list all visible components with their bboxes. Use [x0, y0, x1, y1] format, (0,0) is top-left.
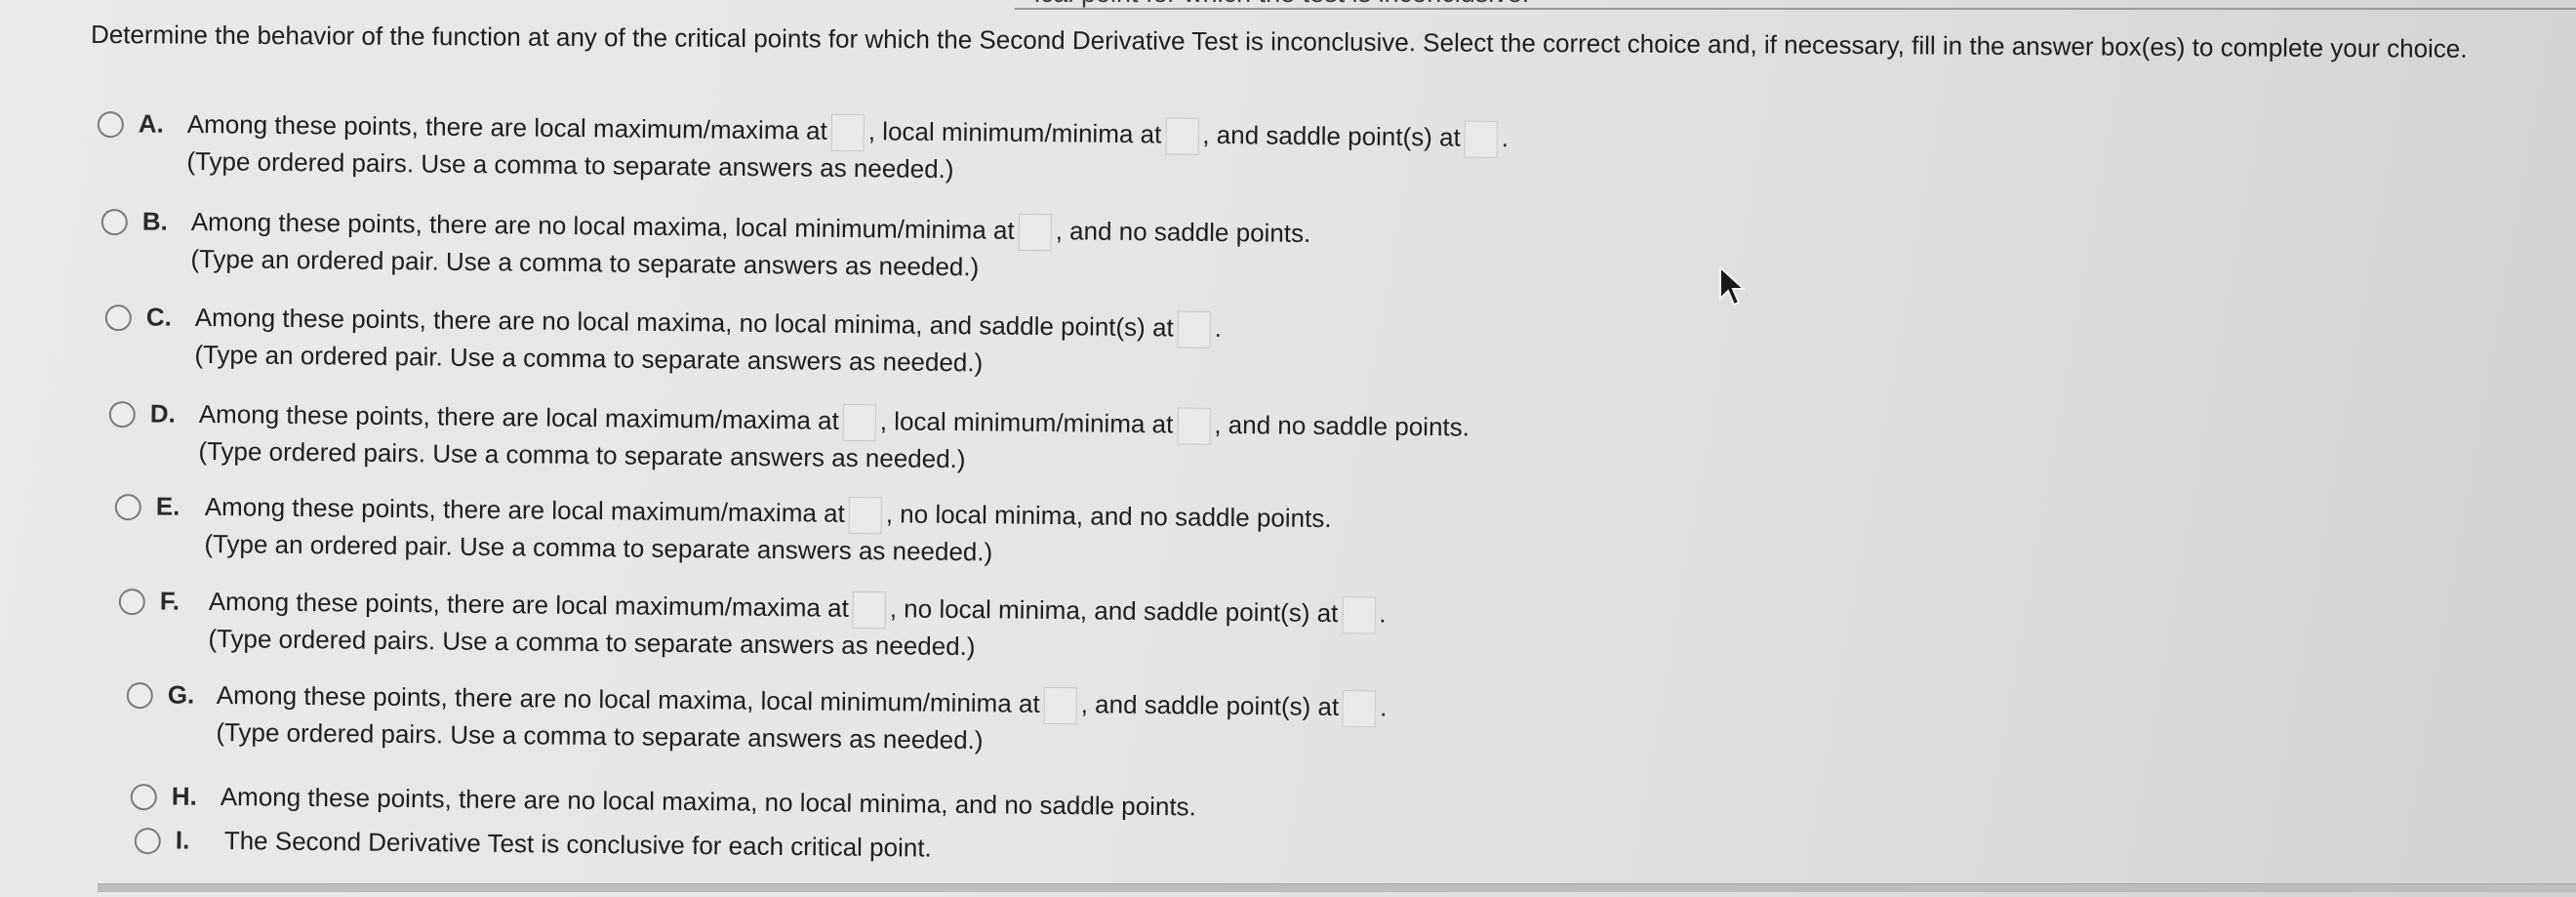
- choice-letter: A.: [138, 108, 164, 139]
- statement-segment: Among these points, there are local maxi…: [198, 398, 839, 435]
- answer-box[interactable]: [852, 591, 887, 630]
- choice-statement: Among these points, there are no local m…: [221, 779, 1196, 826]
- choice-letter: E.: [155, 491, 181, 521]
- answer-box[interactable]: [848, 497, 883, 535]
- statement-segment: .: [1379, 598, 1387, 629]
- radio-button[interactable]: [108, 400, 136, 428]
- statement-segment: Among these points, there are no local m…: [220, 781, 1197, 822]
- radio-button[interactable]: [114, 493, 141, 521]
- mouse-pointer-icon: [1719, 265, 1747, 306]
- choice-letter: B.: [141, 206, 168, 236]
- radio-button[interactable]: [101, 208, 128, 236]
- choice-text: Among these points, there are local maxi…: [208, 584, 1387, 671]
- statement-segment: Among these points, there are local maxi…: [186, 108, 827, 145]
- choice-text: Among these points, there are no local m…: [221, 779, 1196, 826]
- statement-segment: Among these points, there are no local m…: [190, 206, 1015, 245]
- answer-box[interactable]: [1464, 120, 1498, 159]
- choice-letter: D.: [149, 398, 176, 428]
- choice-text: Among these points, there are local maxi…: [204, 489, 1332, 575]
- answer-box[interactable]: [830, 114, 865, 152]
- statement-segment: , local minimum/minima at: [879, 406, 1174, 439]
- page-background: ical point for which the test is inconcl…: [0, 0, 2576, 897]
- choice-letter: F.: [159, 586, 181, 616]
- statement-segment: .: [1501, 123, 1509, 153]
- answer-box[interactable]: [1177, 310, 1211, 348]
- radio-button[interactable]: [134, 827, 161, 855]
- statement-segment: Among these points, there are local maxi…: [204, 491, 845, 528]
- choice-text: Among these points, there are local maxi…: [186, 106, 1509, 194]
- statement-segment: .: [1214, 312, 1223, 343]
- statement-segment: , no local minima, and no saddle points.: [885, 499, 1332, 534]
- answer-box[interactable]: [1018, 213, 1052, 252]
- statement-segment: , and no saddle points.: [1214, 409, 1470, 442]
- radio-button[interactable]: [118, 588, 145, 616]
- statement-segment: , no local minima, and saddle point(s) a…: [889, 593, 1339, 629]
- choice-letter: G.: [167, 679, 195, 710]
- statement-segment: Among these points, there are no local m…: [194, 302, 1174, 343]
- choice-statement: The Second Derivative Test is conclusive…: [224, 823, 932, 868]
- choice-letter: H.: [171, 781, 197, 811]
- radio-button[interactable]: [97, 110, 124, 139]
- radio-button[interactable]: [104, 304, 132, 332]
- choice-text: The Second Derivative Test is conclusive…: [224, 823, 932, 868]
- statement-segment: , and saddle point(s) at: [1080, 689, 1340, 722]
- answer-box[interactable]: [842, 404, 877, 442]
- statement-segment: The Second Derivative Test is conclusive…: [223, 825, 932, 863]
- answer-box[interactable]: [1342, 596, 1376, 634]
- radio-button[interactable]: [130, 783, 157, 811]
- statement-segment: .: [1380, 692, 1388, 722]
- statement-segment: , and no saddle points.: [1055, 216, 1311, 248]
- statement-segment: , local minimum/minima at: [867, 116, 1162, 149]
- radio-button[interactable]: [126, 681, 153, 710]
- answer-box[interactable]: [1342, 690, 1377, 728]
- choice-letter: I.: [175, 825, 190, 855]
- statement-segment: Among these points, there are no local m…: [216, 679, 1040, 718]
- choice-text: Among these points, there are no local m…: [194, 300, 1222, 385]
- bottom-divider: [98, 883, 2576, 892]
- choice-letter: C.: [145, 302, 172, 332]
- choice-text: Among these points, there are no local m…: [190, 204, 1310, 290]
- answer-box[interactable]: [1165, 117, 1199, 155]
- choice-list: A. Among these points, there are local ma…: [0, 0, 2576, 897]
- answer-box[interactable]: [1043, 686, 1077, 725]
- answer-box[interactable]: [1177, 407, 1211, 445]
- choice-text: Among these points, there are local maxi…: [198, 396, 1469, 484]
- statement-segment: Among these points, there are local maxi…: [208, 586, 849, 623]
- choice-text: Among these points, there are no local m…: [216, 677, 1387, 764]
- statement-segment: , and saddle point(s) at: [1202, 119, 1461, 152]
